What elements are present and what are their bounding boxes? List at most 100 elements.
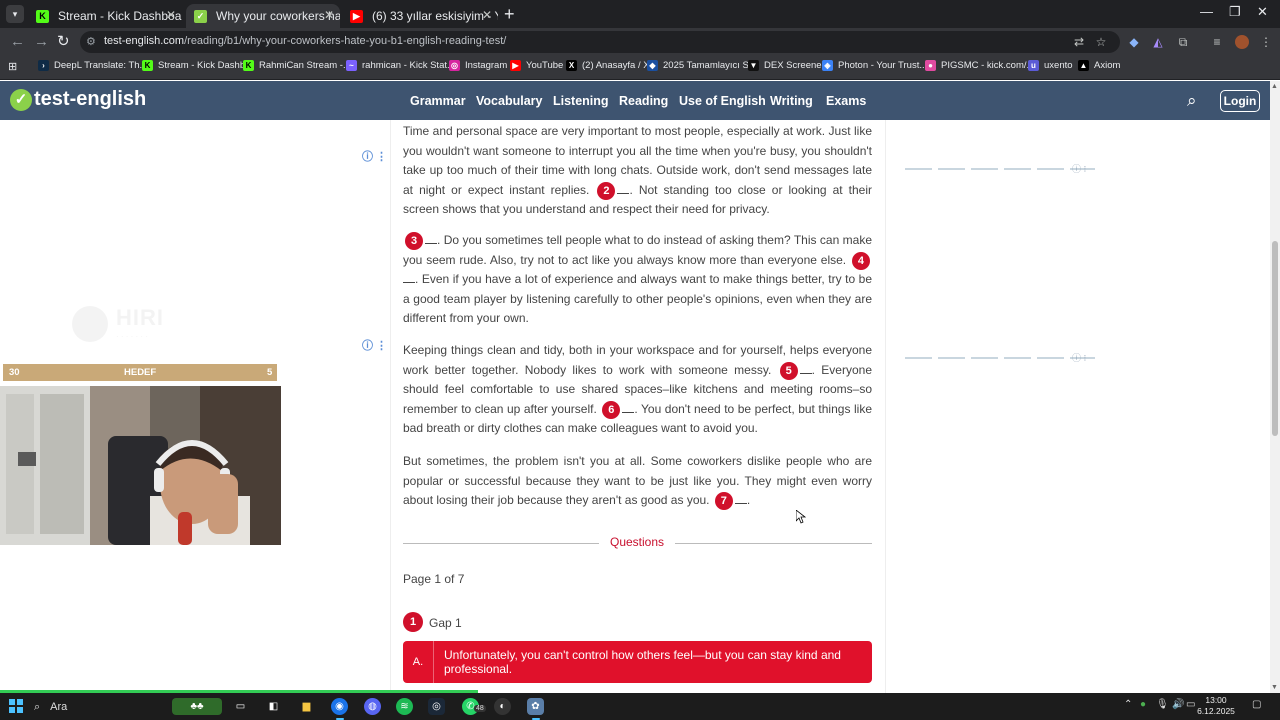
bookmark-youtube[interactable]: ▶ YouTube: [510, 60, 563, 71]
nav-listening[interactable]: Listening: [553, 94, 609, 108]
tab-test-english[interactable]: ✓ Why your coworkers hate you - ✕: [186, 4, 340, 28]
gap-marker-5[interactable]: 5: [779, 361, 798, 380]
bookmark-star-icon[interactable]: ☆: [1094, 35, 1108, 49]
close-icon[interactable]: ✕: [324, 8, 334, 22]
answer-option-a[interactable]: A. Unfortunately, you can't control how …: [403, 641, 872, 683]
gap-marker-3[interactable]: 3: [405, 232, 423, 250]
option-letter: A.: [403, 641, 434, 683]
windows-start-icon[interactable]: [9, 699, 23, 713]
chevron-up-icon[interactable]: ⌃: [1124, 699, 1132, 710]
close-window-icon[interactable]: ✕: [1257, 4, 1268, 20]
gap-marker-4[interactable]: 4: [851, 251, 870, 270]
bookmark-instagram[interactable]: ◎ Instagram: [449, 60, 507, 71]
article-paragraph-4: But sometimes, the problem isn't you at …: [403, 452, 872, 511]
minimize-icon[interactable]: —: [1200, 4, 1213, 19]
tab-youtube[interactable]: ▶ (6) 33 yıllar eskisiyim - YouTube ✕: [342, 4, 498, 28]
new-tab-button[interactable]: +: [504, 4, 515, 24]
chrome-icon[interactable]: ◉: [331, 698, 348, 720]
bookmark-rahmican-stream[interactable]: K RahmiCan Stream -...: [243, 60, 351, 71]
more-menu-icon[interactable]: ⋮: [1259, 35, 1273, 49]
page-scrollbar[interactable]: ▲ ▼: [1270, 81, 1280, 693]
nav-exams[interactable]: Exams: [826, 94, 866, 108]
forward-icon[interactable]: →: [34, 33, 49, 51]
login-button[interactable]: Login: [1220, 90, 1260, 112]
nav-use-of-english[interactable]: Use of English: [679, 94, 766, 108]
site-logo[interactable]: ✓ test-english: [10, 88, 146, 111]
obs-icon[interactable]: ◐: [494, 698, 511, 715]
bookmark-dex-screener[interactable]: ▼ DEX Screener: [748, 60, 825, 71]
reload-icon[interactable]: ↻: [57, 33, 70, 51]
goal-target: 5: [267, 367, 273, 378]
network-icon[interactable]: ▭: [1186, 699, 1195, 710]
bookmark-kick-stats[interactable]: ~ rahmican - Kick Stat...: [346, 60, 455, 71]
bookmark-uxento[interactable]: u uxento: [1028, 60, 1073, 71]
close-icon[interactable]: ✕: [166, 8, 176, 22]
site-info-icon[interactable]: ⚙: [86, 35, 96, 48]
scroll-down-icon[interactable]: ▼: [1271, 684, 1278, 691]
bookmark-deepl[interactable]: › DeepL Translate: Th...: [38, 60, 147, 71]
ad-placeholder: [905, 168, 1095, 170]
bookmark-kick-dashboard[interactable]: K Stream - Kick Dashb...: [142, 60, 253, 71]
gap-blank: [622, 403, 635, 413]
microphone-icon[interactable]: 🎙: [1156, 699, 1169, 710]
scrollbar-thumb[interactable]: [1272, 241, 1278, 436]
gap-marker-2[interactable]: 2: [597, 181, 616, 200]
extension-icon[interactable]: ◆: [1127, 35, 1141, 49]
notifications-icon[interactable]: ▢: [1252, 699, 1261, 710]
ad-info-icon[interactable]: ⓘ ⁝: [1072, 351, 1086, 364]
ad-info-icon[interactable]: ⓘ ⁝: [1072, 162, 1086, 175]
gap-marker-6[interactable]: 6: [602, 400, 621, 419]
bookmark-x[interactable]: X (2) Anasayfa / X: [566, 60, 650, 71]
apps-icon[interactable]: ⊞: [8, 60, 17, 73]
media-control-icon[interactable]: ≡: [1210, 35, 1224, 49]
avatar[interactable]: [1235, 35, 1249, 49]
bookmark-axiom[interactable]: ▲ Axiom: [1078, 60, 1120, 71]
close-icon[interactable]: ✕: [482, 8, 492, 22]
option-text: Unfortunately, you can't control how oth…: [444, 648, 841, 676]
mouse-cursor-icon: [796, 510, 806, 524]
app-icon[interactable]: ✿: [527, 698, 544, 720]
nav-reading[interactable]: Reading: [619, 94, 668, 108]
instagram-icon: ◎: [449, 60, 460, 71]
restore-icon[interactable]: ❐: [1229, 4, 1241, 20]
tab-search-button[interactable]: ▾: [6, 5, 24, 23]
tab-kick-dashboard[interactable]: K Stream - Kick Dashboard ✕: [28, 4, 182, 28]
ad-info-icon[interactable]: ⓘ ⋮: [362, 148, 387, 164]
address-bar[interactable]: ⚙ test-english.com/reading/b1/why-your-c…: [80, 31, 1120, 53]
news-widget-icon[interactable]: ♣♣: [172, 698, 222, 715]
volume-icon[interactable]: 🔊: [1172, 699, 1184, 710]
webcam-feed: [0, 386, 281, 545]
bookmark-pigsmc[interactable]: ● PIGSMC - kick.com/...: [925, 60, 1034, 71]
nav-writing[interactable]: Writing: [770, 94, 813, 108]
feather-logo-icon: [72, 306, 108, 342]
url-text[interactable]: test-english.com/reading/b1/why-your-cow…: [104, 35, 506, 47]
pig-icon: ●: [925, 60, 936, 71]
search-icon[interactable]: ⌕: [1187, 91, 1197, 111]
task-view-icon[interactable]: ▭: [232, 698, 249, 715]
gap-blank: [734, 494, 747, 504]
ad-info-icon[interactable]: ⓘ ⋮: [362, 337, 387, 353]
gap-marker-7[interactable]: 7: [714, 492, 733, 510]
nav-grammar[interactable]: Grammar: [410, 94, 466, 108]
extension-icon[interactable]: ◭: [1151, 35, 1165, 49]
notification-badge: 48: [474, 705, 486, 712]
extensions-puzzle-icon[interactable]: ⧉: [1176, 35, 1190, 49]
app-icon[interactable]: ◧: [265, 698, 282, 715]
bookmark-photon[interactable]: ◈ Photon - Your Trust...: [822, 60, 927, 71]
bookmark-2025[interactable]: ◆ 2025 Tamamlayıcı S...: [647, 60, 757, 71]
spotify-icon[interactable]: ≋: [396, 698, 413, 715]
ad-placeholder: [905, 357, 1095, 359]
questions-heading: Questions: [599, 535, 675, 549]
scroll-up-icon[interactable]: ▲: [1271, 83, 1278, 90]
youtube-icon: ▶: [350, 9, 363, 23]
gap-blank: [617, 184, 630, 194]
tray-app-icon[interactable]: ●: [1140, 699, 1146, 710]
steam-icon[interactable]: ◎: [428, 698, 445, 715]
system-clock[interactable]: 13:00 6.12.2025: [1196, 695, 1236, 717]
browser-toolbar: ← → ↻ ⚙ test-english.com/reading/b1/why-…: [0, 28, 1280, 56]
back-icon[interactable]: ←: [10, 33, 25, 51]
translate-icon[interactable]: ⇄: [1072, 35, 1086, 49]
file-explorer-icon[interactable]: ▆: [298, 698, 315, 715]
discord-icon[interactable]: ◍: [364, 698, 381, 715]
nav-vocabulary[interactable]: Vocabulary: [476, 94, 542, 108]
